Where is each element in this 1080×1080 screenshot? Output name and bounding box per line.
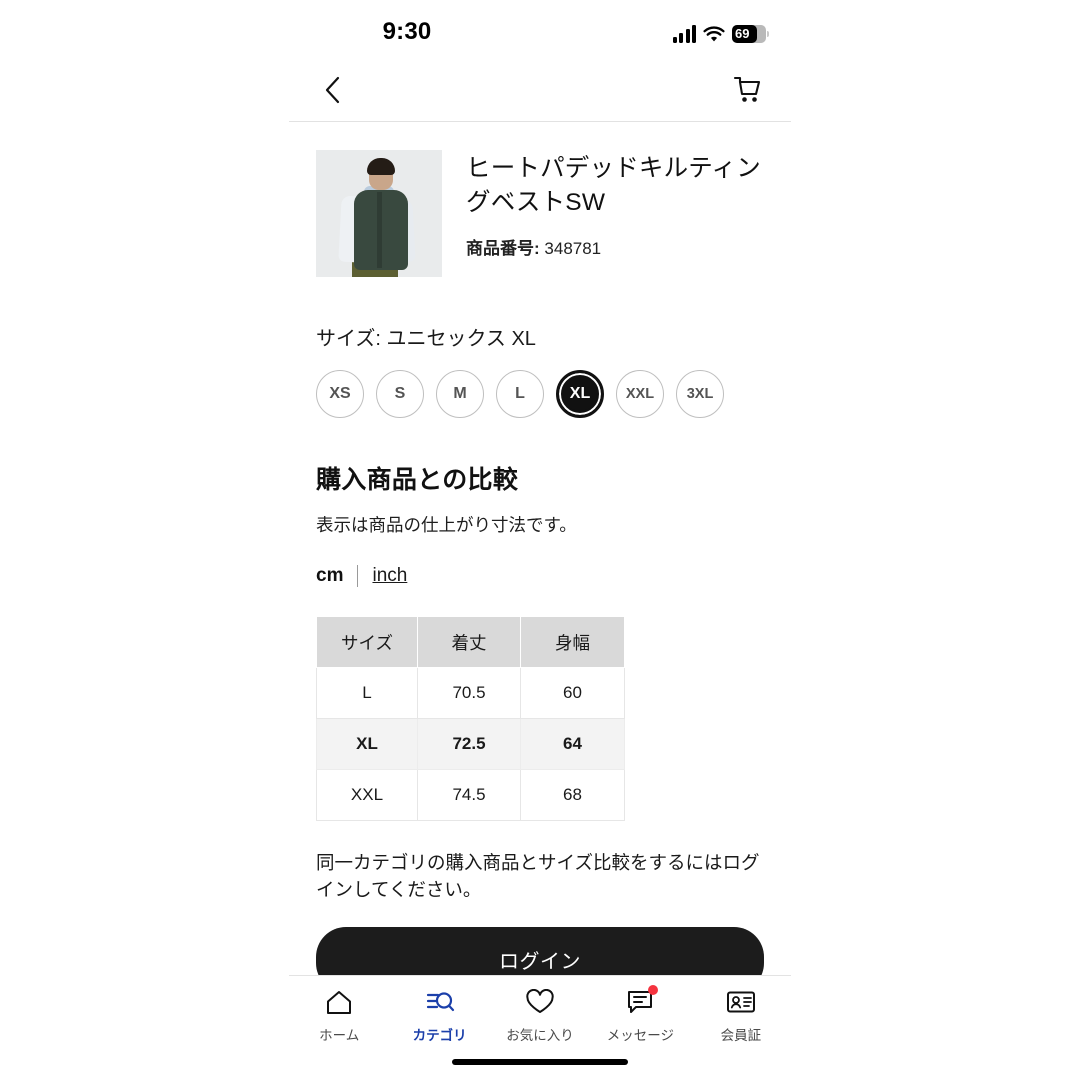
table-row: XXL 74.5 68 [316,769,625,821]
membership-card-icon [726,987,756,1017]
product-code: 商品番号: 348781 [466,234,764,259]
table-row: L 70.5 60 [316,667,625,719]
compare-heading: 購入商品との比較 [316,466,519,494]
status-bar-time: 9:30 [382,18,432,45]
size-option-l[interactable]: L [496,370,544,418]
size-option-3xl[interactable]: 3XL [676,370,724,418]
back-button[interactable] [316,73,350,107]
wifi-icon [703,26,725,43]
size-table-wrapper: サイズ 着丈 身幅 L 70.5 60 XL 72.5 64 XXL 74.5 68 [289,587,791,821]
app-header [289,62,791,117]
table-row: XL 72.5 64 [316,718,625,770]
product-thumbnail-image[interactable] [316,150,442,277]
tab-label: 会員証 [720,1028,762,1043]
tab-label: ホーム [319,1028,360,1043]
product-code-label: 商品番号: [466,238,540,258]
product-code-value: 348781 [544,238,602,258]
phone-screen: 9:30 69 ヒートパデッドキルティングベストSW 商品番号: 348781 … [289,0,791,1080]
unit-toggle: cm inch [289,537,791,587]
table-cell: 64 [520,718,625,770]
table-cell: L [316,667,418,719]
product-title: ヒートパデッドキルティングベストSW [466,155,761,216]
battery-level: 69 [735,26,750,41]
table-cell: 74.5 [417,769,521,821]
tab-message-bubble[interactable]: メッセージ [590,985,690,1044]
home-indicator [452,1059,628,1065]
tab-category-search[interactable]: カテゴリ [389,987,489,1044]
login-note: 同一カテゴリの購入商品とサイズ比較をするにはログインしてください。 [316,852,760,901]
table-cell: 72.5 [417,718,521,770]
back-chevron-icon [325,76,340,103]
cellular-bars-icon [672,25,696,43]
size-option-xxl[interactable]: XXL [616,370,664,418]
unit-divider [357,565,359,587]
size-option-s[interactable]: S [376,370,424,418]
message-bubble-icon [626,985,659,1017]
product-summary: ヒートパデッドキルティングベストSW 商品番号: 348781 [289,122,791,277]
table-header-cell: 着丈 [417,616,521,668]
table-cell: XL [316,718,418,770]
compare-subtext: 表示は商品の仕上がり寸法です。 [316,515,577,535]
product-text: ヒートパデッドキルティングベストSW 商品番号: 348781 [466,150,764,277]
cart-button[interactable] [730,73,764,107]
table-cell: 68 [520,769,625,821]
size-label: サイズ: ユニセックス XL [316,328,536,350]
size-table: サイズ 着丈 身幅 L 70.5 60 XL 72.5 64 XXL 74.5 68 [316,616,625,821]
tab-membership-card[interactable]: 会員証 [691,987,791,1044]
tab-heart[interactable]: お気に入り [490,987,590,1044]
tab-home[interactable]: ホーム [289,987,389,1044]
tab-label: メッセージ [606,1028,675,1043]
size-selector: XS S M L XL XXL 3XL [289,351,791,418]
size-option-m[interactable]: M [436,370,484,418]
status-bar: 9:30 69 [289,0,791,62]
table-header-cell: 身幅 [520,616,625,668]
battery-icon: 69 [732,25,769,43]
heart-icon [525,987,555,1017]
status-bar-indicators: 69 [672,19,769,43]
unit-inch-option[interactable]: inch [372,565,407,587]
table-header-cell: サイズ [316,616,418,668]
home-icon [325,987,353,1017]
size-option-xs[interactable]: XS [316,370,364,418]
shopping-cart-icon [733,76,761,102]
table-header-row: サイズ 着丈 身幅 [316,616,625,668]
tab-label: カテゴリ [412,1028,467,1043]
unit-cm-option[interactable]: cm [316,565,343,587]
unread-badge [648,985,659,995]
table-cell: XXL [316,769,418,821]
size-option-xl[interactable]: XL [556,370,604,418]
category-search-icon [425,987,455,1017]
table-cell: 60 [520,667,625,719]
table-cell: 70.5 [417,667,521,719]
tab-label: お気に入り [506,1028,574,1043]
